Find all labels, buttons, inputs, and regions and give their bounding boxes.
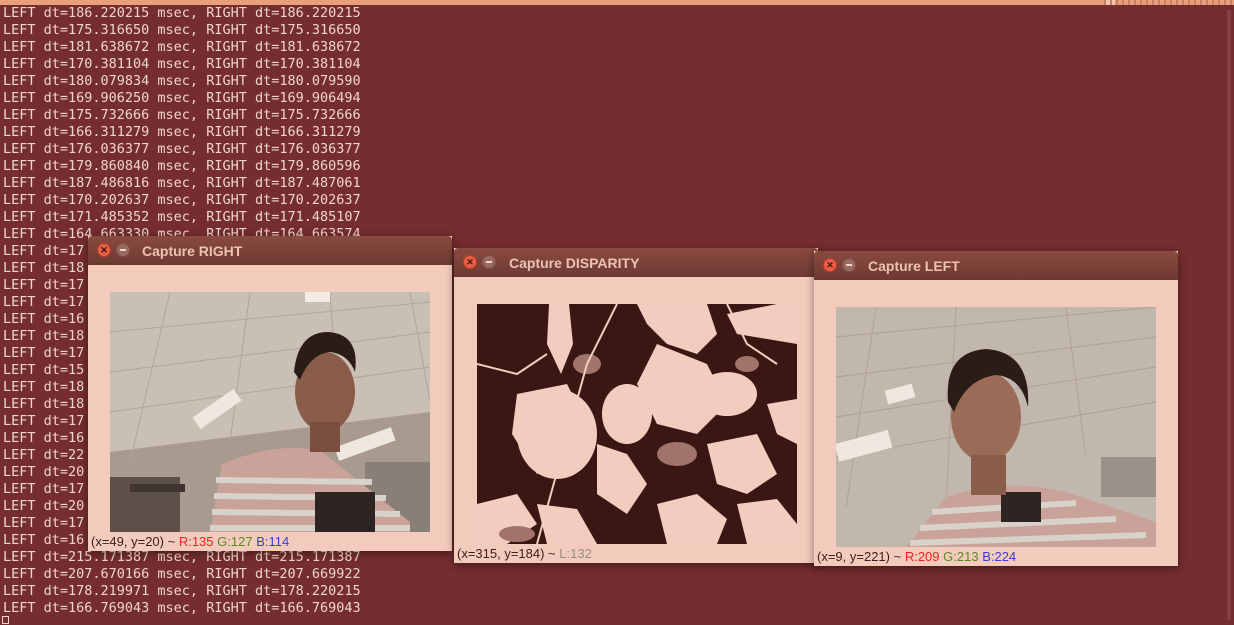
close-icon[interactable]: ✕ — [463, 255, 477, 269]
status-blue: B:224 — [982, 549, 1017, 564]
status-green: G:213 — [943, 549, 979, 564]
terminal-line: LEFT dt=175.316650 msec, RIGHT dt=175.31… — [3, 22, 361, 38]
status-coordinates: (x=49, y=20) ~ — [91, 534, 179, 549]
capture-left-window[interactable]: ✕ Capture LEFT (x=9, y=221) ~ R:209 G:21… — [814, 251, 1178, 566]
terminal-scrollbar[interactable] — [1227, 10, 1231, 620]
capture-right-titlebar[interactable]: ✕ Capture RIGHT — [88, 236, 452, 265]
minimize-icon[interactable] — [842, 258, 856, 272]
disparity-map-frame — [477, 304, 797, 544]
status-coordinates: (x=9, y=221) ~ — [817, 549, 905, 564]
disparity-status-bar: (x=315, y=184) ~ L:132 — [454, 545, 818, 562]
status-blue: B:114 — [256, 534, 290, 549]
window-title: Capture LEFT — [868, 258, 960, 274]
status-red: R:209 — [904, 549, 940, 564]
terminal-cursor — [2, 616, 9, 624]
capture-right-window[interactable]: ✕ Capture RIGHT (x=49, y=20) ~ R:135 G:1… — [88, 236, 452, 551]
capture-left-titlebar[interactable]: ✕ Capture LEFT — [814, 251, 1178, 280]
terminal-line: LEFT dt=170.202637 msec, RIGHT dt=170.20… — [3, 192, 361, 208]
terminal-line: LEFT dt=180.079834 msec, RIGHT dt=180.07… — [3, 73, 361, 89]
right-status-bar: (x=49, y=20) ~ R:135 G:127 B:114 — [88, 533, 452, 550]
terminal-line: LEFT dt=179.860840 msec, RIGHT dt=179.86… — [3, 158, 361, 174]
disparity-map-image[interactable] — [477, 304, 797, 544]
window-title: Capture RIGHT — [142, 243, 243, 259]
capture-disparity-titlebar[interactable]: ✕ Capture DISPARITY — [454, 248, 818, 277]
window-title: Capture DISPARITY — [509, 255, 640, 271]
status-green: G:127 — [217, 534, 253, 549]
terminal-line: LEFT dt=178.219971 msec, RIGHT dt=178.22… — [3, 583, 361, 599]
minimize-icon[interactable] — [482, 255, 496, 269]
left-status-bar: (x=9, y=221) ~ R:209 G:213 B:224 — [814, 548, 1178, 565]
status-coordinates: (x=315, y=184) ~ — [457, 546, 560, 561]
close-icon[interactable]: ✕ — [823, 258, 837, 272]
terminal-line: LEFT dt=186.220215 msec, RIGHT dt=186.22… — [3, 5, 361, 21]
terminal-line: LEFT dt=207.670166 msec, RIGHT dt=207.66… — [3, 566, 361, 582]
close-icon[interactable]: ✕ — [97, 243, 111, 257]
terminal-line: LEFT dt=166.311279 msec, RIGHT dt=166.31… — [3, 124, 361, 140]
terminal-line: LEFT dt=175.732666 msec, RIGHT dt=175.73… — [3, 107, 361, 123]
terminal-line: LEFT dt=171.485352 msec, RIGHT dt=171.48… — [3, 209, 361, 225]
minimize-icon[interactable] — [116, 243, 130, 257]
terminal-line: LEFT dt=170.381104 msec, RIGHT dt=170.38… — [3, 56, 361, 72]
left-camera-image[interactable] — [836, 307, 1156, 547]
terminal-line: LEFT dt=169.906250 msec, RIGHT dt=169.90… — [3, 90, 361, 106]
terminal-line: LEFT dt=176.036377 msec, RIGHT dt=176.03… — [3, 141, 361, 157]
left-camera-frame — [836, 307, 1156, 547]
terminal-line: LEFT dt=187.486816 msec, RIGHT dt=187.48… — [3, 175, 361, 191]
status-red: R:135 — [178, 534, 214, 549]
capture-disparity-window[interactable]: ✕ Capture DISPARITY (x=315, y=184) ~ L:1… — [454, 248, 818, 563]
status-luminance: L:132 — [559, 546, 592, 561]
right-camera-frame — [110, 292, 430, 532]
terminal-line: LEFT dt=181.638672 msec, RIGHT dt=181.63… — [3, 39, 361, 55]
right-camera-image[interactable] — [110, 292, 430, 532]
terminal-line: LEFT dt=166.769043 msec, RIGHT dt=166.76… — [3, 600, 361, 616]
